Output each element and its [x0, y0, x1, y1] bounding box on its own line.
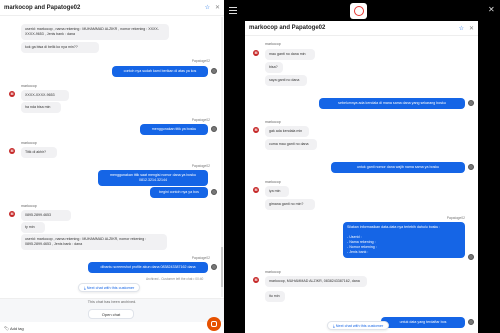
- customer-avatar: M: [253, 277, 259, 283]
- message-bubble: XXXX-XXXX-9653: [21, 90, 69, 101]
- chat-widget-button[interactable]: [207, 317, 221, 331]
- sender-name: Papatoge02: [191, 164, 210, 168]
- message-bubble: menggunakan titik saat mengisi nomor dan…: [98, 170, 208, 186]
- chat-title: markocop and Papatoge02: [4, 4, 81, 11]
- message-bubble: iya min: [265, 186, 289, 197]
- agent-avatar: [468, 164, 474, 170]
- message-bubble: menggunakan titik ya bosku: [140, 124, 208, 135]
- agent-avatar: [211, 189, 217, 195]
- customer-avatar: M: [253, 187, 259, 193]
- star-icon[interactable]: ☆: [459, 25, 464, 32]
- customer-avatar: M: [9, 148, 15, 154]
- close-icon[interactable]: ✕: [469, 25, 474, 32]
- sender-name: Papatoge02: [446, 216, 465, 220]
- agent-avatar: [211, 68, 217, 74]
- scrollbar-thumb[interactable]: [221, 247, 223, 287]
- right-chat-header: markocop and Papatoge02 ☆ ✕: [245, 21, 478, 36]
- agent-avatar: [211, 126, 217, 132]
- scrollbar[interactable]: [221, 17, 223, 297]
- screen: markocop and Papatoge02 ☆ ✕ userid: mark…: [0, 0, 500, 333]
- message-bubble: untuk ganti nomor dana wajib nama sama y…: [331, 162, 465, 173]
- message-bubble: untuk data yang terdaftar bos: [381, 317, 465, 328]
- menu-icon[interactable]: [229, 7, 237, 14]
- message-bubble: markocop, MUHAMMAD ALZIKR, 0838243387162…: [265, 276, 367, 287]
- next-chat-button[interactable]: ⤓ Next chat with this customer: [327, 321, 390, 330]
- chat-title: markocop and Papatoge02: [249, 25, 326, 31]
- message-bubble: dibantu screenshot profile akun dana 083…: [88, 262, 208, 273]
- right-chat-panel: markocop and Papatoge02 ☆ ✕ markocop M m…: [245, 21, 478, 333]
- message-bubble: saya ganti no dana: [265, 75, 307, 86]
- left-chat-header: markocop and Papatoge02 ☆ ✕: [0, 0, 224, 16]
- sender-name: Papatoge02: [191, 59, 210, 63]
- customer-avatar: M: [253, 127, 259, 133]
- sender-name: Papatoge02: [191, 256, 210, 260]
- message-bubble: ha nda bisa min: [21, 102, 61, 113]
- agent-avatar: [468, 254, 474, 260]
- message-bubble: gak ada kendala min: [265, 126, 309, 137]
- message-bubble: begini contoh nya ya bos: [150, 187, 208, 198]
- message-bubble: ty min: [21, 222, 45, 233]
- agent-avatar: [468, 319, 474, 325]
- message-bubble: 0895.2899.4653: [21, 210, 71, 221]
- sender-name: markocop: [265, 180, 281, 184]
- sender-name: markocop: [21, 84, 37, 88]
- system-note: Archived - Customer left the chat • 00:4…: [146, 277, 204, 281]
- next-chat-button[interactable]: ⤓ Next chat with this customer: [78, 283, 141, 292]
- message-bubble: Titik di akhir?: [21, 147, 57, 158]
- customer-avatar: M: [253, 50, 259, 56]
- app-logo[interactable]: [350, 3, 367, 19]
- message-bubble: userid: markocop , nama rekening : MUHAM…: [21, 24, 169, 40]
- message-bubble: gimana ganti no min?: [265, 199, 315, 210]
- message-bubble: contoh nya sudah kami berikan di atas ya…: [112, 66, 208, 77]
- sender-name: markocop: [265, 42, 281, 46]
- chat-icon: [211, 321, 217, 327]
- close-icon[interactable]: ✕: [215, 4, 220, 11]
- message-bubble: sebelumnya ada kendala di mana sama dana…: [319, 98, 465, 109]
- message-bubble: mau ganti no dana min: [265, 49, 315, 60]
- message-bubble: kok ga bisa di belik ko nya min??: [21, 42, 99, 53]
- open-chat-button[interactable]: Open chat: [88, 309, 134, 319]
- message-bubble: Silakan informasikan data-data nya terle…: [343, 222, 465, 258]
- message-bubble: bisa?: [265, 62, 283, 73]
- add-tag-button[interactable]: 🏷 Add tag: [4, 326, 24, 331]
- left-chat-panel: markocop and Papatoge02 ☆ ✕ userid: mark…: [0, 0, 224, 333]
- sender-name: markocop: [21, 204, 37, 208]
- customer-avatar: M: [9, 91, 15, 97]
- customer-avatar: M: [9, 211, 15, 217]
- message-bubble: itu min: [265, 291, 285, 302]
- sender-name: markocop: [265, 120, 281, 124]
- message-bubble: cuma mau ganti no dana: [265, 139, 317, 150]
- archived-text: This chat has been archived.: [87, 300, 137, 304]
- sender-name: markocop: [21, 141, 37, 145]
- sender-name: markocop: [265, 270, 281, 274]
- message-bubble: userid: markocop , nama rekening : MUHAM…: [21, 234, 167, 250]
- close-icon[interactable]: ✕: [488, 5, 495, 14]
- star-icon[interactable]: ☆: [205, 4, 210, 11]
- logo-icon: [353, 6, 364, 16]
- sender-name: Papatoge02: [191, 118, 210, 122]
- agent-avatar: [211, 264, 217, 270]
- agent-avatar: [468, 100, 474, 106]
